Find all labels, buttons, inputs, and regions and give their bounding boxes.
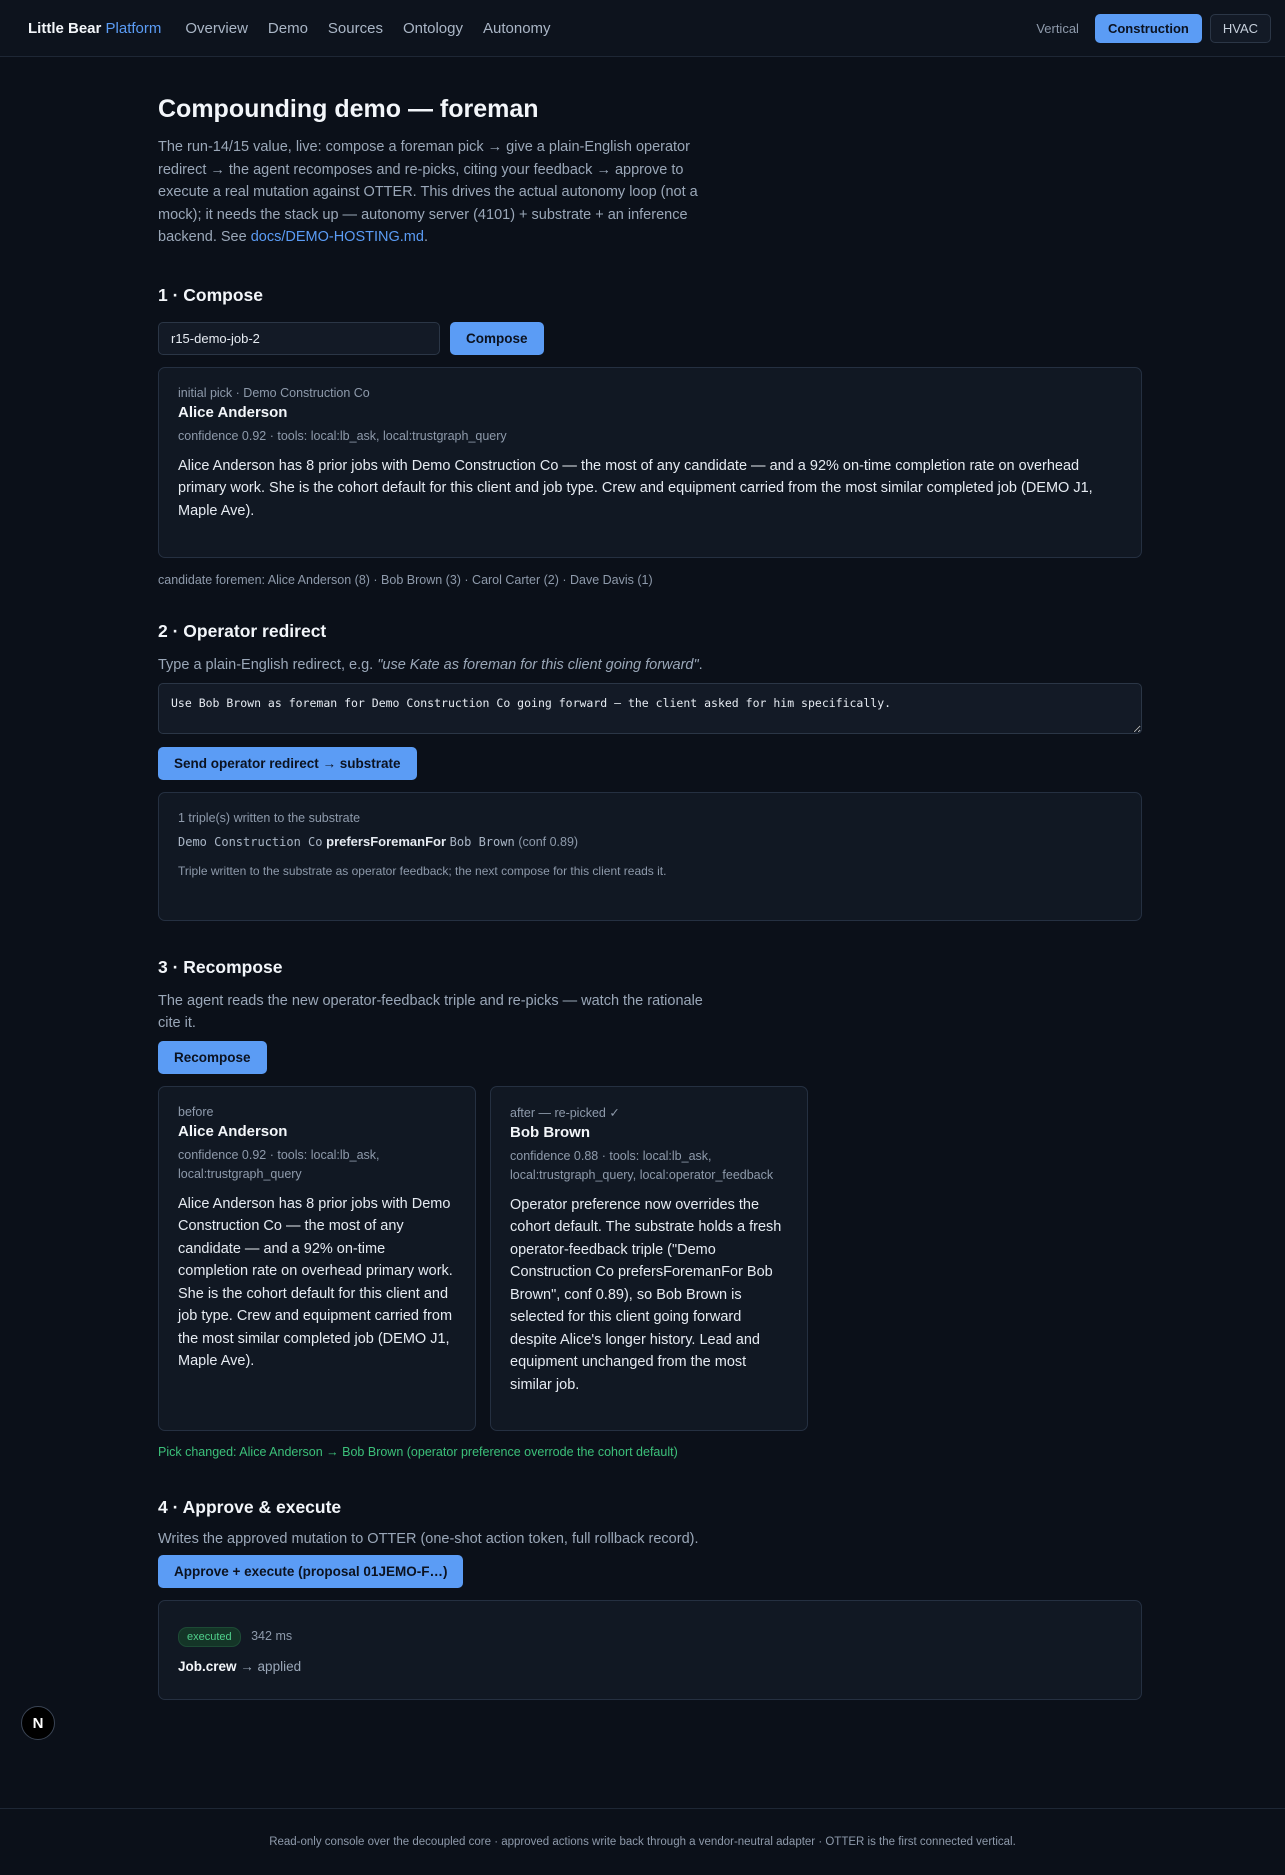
pick-meta: confidence 0.92 · tools: local:lb_ask, l… (178, 428, 507, 443)
compose-section: 1 · Compose Compose initial pick · Demo … (158, 285, 1142, 587)
triple-note: Triple written to the substrate as opera… (178, 863, 667, 878)
vertical-hvac-button[interactable]: HVAC (1209, 13, 1271, 43)
vertical-label: Vertical (1036, 20, 1079, 36)
pick-label: initial pick · Demo Construction Co (178, 385, 370, 400)
before-card: before confidence 0.92 · tools: local:lb… (158, 1085, 476, 1431)
redirect-hint: Type a plain-English redirect, e.g. "use… (158, 657, 1142, 673)
brand-accent: Platform (105, 19, 162, 37)
execution-result-card: executed 342 ms Job.crew → applied (158, 1599, 1142, 1700)
pick-name: Alice Anderson (178, 403, 288, 421)
dev-tools-badge[interactable]: N (21, 1706, 55, 1740)
hint-prefix: Type a plain-English redirect, e.g. (158, 656, 378, 673)
recompose-button[interactable]: Recompose (158, 1040, 267, 1074)
before-label: before (178, 1104, 214, 1119)
nav-autonomy[interactable]: Autonomy (483, 20, 551, 37)
comparison-cards: before confidence 0.92 · tools: local:lb… (158, 1085, 1142, 1431)
compose-button[interactable]: Compose (450, 321, 544, 355)
redirect-section: 2 · Operator redirect Type a plain-Engli… (158, 621, 1142, 921)
execution-duration: 342 ms (251, 1628, 293, 1643)
triple-line: Demo Construction Co prefersForemanFor B… (178, 834, 1122, 849)
after-rationale: Operator preference now overrides the co… (510, 1196, 782, 1393)
main-content: Compounding demo — foreman The run-14/15… (158, 57, 1142, 1700)
hint-example: "use Kate as foreman for this client goi… (377, 656, 699, 673)
triple-confidence: (conf 0.89) (518, 834, 579, 849)
main-nav: Overview Demo Sources Ontology Autonomy (185, 20, 570, 37)
top-bar: Little Bear Platform Overview Demo Sourc… (0, 0, 1285, 57)
mutation-entity: Job.crew (178, 1658, 237, 1674)
pick-rationale: Alice Anderson has 8 prior jobs with Dem… (178, 457, 1093, 519)
after-label: after — re-picked ✓ (510, 1105, 620, 1120)
before-rationale: Alice Anderson has 8 prior jobs with Dem… (178, 1195, 453, 1370)
triple-predicate: prefersForemanFor (326, 833, 447, 849)
pick-changed-notice: Pick changed: Alice Anderson → Bob Brown… (158, 1444, 678, 1459)
execution-status-row: executed 342 ms (178, 1626, 1122, 1647)
recompose-section: 3 · Recompose The agent reads the new op… (158, 957, 1142, 1459)
nav-demo[interactable]: Demo (268, 20, 308, 37)
recompose-heading: 3 · Recompose (158, 956, 283, 977)
mutation-result: Job.crew → applied (178, 1659, 1122, 1674)
brand-logo[interactable]: Little Bear Platform (28, 20, 161, 37)
candidate-list: candidate foremen: Alice Anderson (8) · … (158, 572, 653, 587)
page-footer: Read-only console over the decoupled cor… (0, 1808, 1285, 1875)
approve-execute-button[interactable]: Approve + execute (proposal 01JEMO-F…) (158, 1554, 464, 1588)
before-foreman-name: Alice Anderson (178, 1122, 288, 1140)
docs-link[interactable]: docs/DEMO-HOSTING.md (251, 229, 424, 245)
mutation-status: → applied (240, 1658, 302, 1674)
approve-section: 4 · Approve & execute Writes the approve… (158, 1497, 1142, 1700)
approve-heading: 4 · Approve & execute (158, 1496, 342, 1517)
redirect-heading: 2 · Operator redirect (158, 620, 327, 641)
brand-name: Little Bear (28, 19, 102, 37)
after-foreman-name: Bob Brown (510, 1123, 590, 1141)
vertical-construction-button[interactable]: Construction (1094, 13, 1202, 43)
redirect-textarea[interactable]: Use Bob Brown as foreman for Demo Constr… (158, 682, 1142, 734)
after-card: after — re-picked ✓ Bob Brown confidence… (490, 1085, 808, 1431)
triple-subject: Demo Construction Co (178, 834, 323, 849)
status-badge: executed (178, 1626, 241, 1647)
nav-overview[interactable]: Overview (185, 20, 248, 37)
triple-count: 1 triple(s) written to the substrate (178, 810, 361, 825)
after-meta: confidence 0.88 · tools: local:lb_ask, l… (510, 1148, 774, 1182)
send-redirect-button[interactable]: Send operator redirect → substrate (158, 746, 417, 780)
page-title: Compounding demo — foreman (158, 95, 539, 123)
compose-heading: 1 · Compose (158, 284, 264, 305)
approve-hint: Writes the approved mutation to OTTER (o… (158, 1530, 699, 1547)
redirect-result-card: 1 triple(s) written to the substrate Dem… (158, 791, 1142, 921)
intro-end: . (423, 229, 428, 245)
nav-sources[interactable]: Sources (328, 20, 383, 37)
job-id-input[interactable] (158, 321, 440, 355)
nav-ontology[interactable]: Ontology (403, 20, 463, 37)
triple-object: Bob Brown (449, 834, 515, 849)
page-intro: The run-14/15 value, live: compose a for… (158, 136, 718, 249)
hint-suffix: . (698, 656, 703, 673)
recompose-hint: The agent reads the new operator-feedbac… (158, 992, 703, 1032)
compose-result-card: initial pick · Demo Construction Co Alic… (158, 366, 1142, 558)
before-meta: confidence 0.92 · tools: local:lb_ask, l… (178, 1147, 380, 1181)
